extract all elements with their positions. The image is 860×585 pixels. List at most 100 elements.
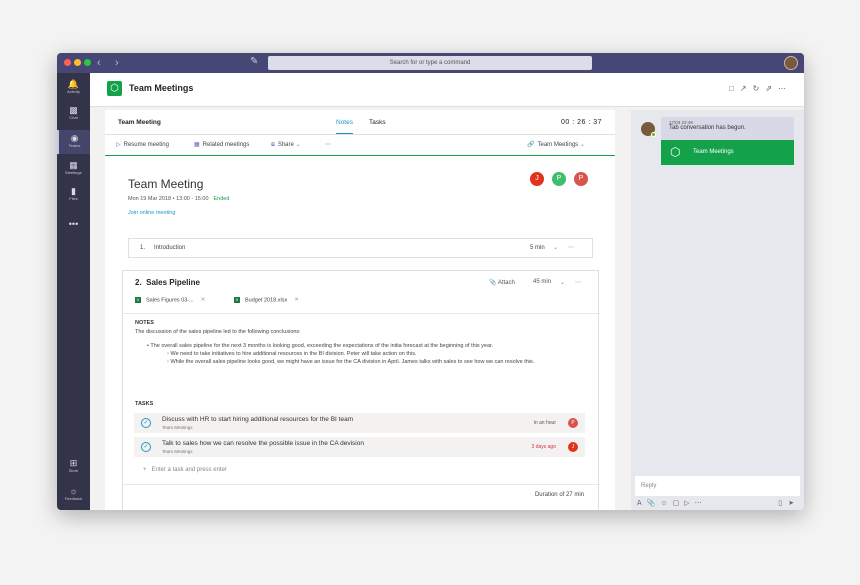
- hexagon-icon: ⬡: [670, 145, 681, 159]
- maximize-window-icon[interactable]: [84, 59, 91, 66]
- tasks-label: TASKS: [135, 401, 154, 407]
- meeting-card: Team Meeting Notes Tasks 00 : 26 : 37 ▷ R…: [105, 110, 615, 510]
- agenda-title: 2. Sales Pipeline: [135, 278, 200, 287]
- forward-arrow-icon[interactable]: ›: [115, 56, 119, 70]
- close-window-icon[interactable]: [64, 59, 71, 66]
- attachment-chip[interactable]: X Sales Figures 03-... ✕: [135, 297, 205, 303]
- tab-card[interactable]: ⬡ Team Meetings: [661, 140, 794, 165]
- gif-icon[interactable]: ▢: [673, 500, 685, 507]
- reply-input[interactable]: Reply: [635, 476, 800, 496]
- refresh-icon[interactable]: ↻: [753, 84, 766, 93]
- meeting-toolbar: ▷ Resume meeting ▦ Related meetings ⧇ Share…: [105, 135, 615, 156]
- app-title: Team Meetings: [129, 83, 194, 93]
- tab-notes[interactable]: Notes: [336, 119, 353, 134]
- feedback-icon: ☼: [69, 486, 78, 496]
- task-row[interactable]: ✓ Discuss with HR to start hiring additi…: [134, 413, 585, 433]
- status-badge: Ended: [213, 196, 230, 202]
- team-link-label: Team Meetings: [537, 142, 579, 148]
- more-options-icon[interactable]: ⋯: [575, 279, 581, 286]
- rail-item-chat[interactable]: ▩ Chat: [57, 105, 90, 125]
- bullet-text: The overall sales pipeline for the next …: [150, 343, 494, 349]
- rail-item-feedback[interactable]: ☼ Feedback: [57, 486, 90, 506]
- file-icon: ▮: [71, 186, 76, 196]
- back-arrow-icon[interactable]: ‹: [97, 56, 101, 70]
- chevron-down-icon[interactable]: ⌄: [560, 279, 565, 286]
- rail-label: Files: [69, 196, 78, 201]
- chevron-down-icon: ⌄: [295, 142, 301, 148]
- collapse-icon[interactable]: ↗: [740, 84, 753, 93]
- chevron-down-icon: ⌄: [579, 142, 585, 148]
- attach-icon[interactable]: 📎: [647, 500, 661, 507]
- emoji-icon[interactable]: ☺: [660, 500, 672, 507]
- task-check-icon[interactable]: ✓: [141, 418, 151, 428]
- agenda-title: Introduction: [154, 245, 186, 251]
- attachment-chip[interactable]: X Budget 2018.xlsx ✕: [234, 297, 299, 303]
- task-check-icon[interactable]: ✓: [141, 442, 151, 452]
- remove-icon[interactable]: ✕: [201, 297, 206, 303]
- task-assignee-avatar[interactable]: J: [568, 442, 578, 452]
- format-icon[interactable]: A: [637, 500, 647, 507]
- meeting-header-title: Team Meeting: [118, 119, 161, 126]
- add-task-placeholder: Enter a task and press enter: [151, 467, 227, 473]
- date-text: Mon 19 Mar 2018 • 13:00 - 15:00: [128, 196, 209, 202]
- remove-icon[interactable]: ✕: [294, 297, 299, 303]
- add-task-input[interactable]: + Enter a task and press enter: [143, 467, 227, 473]
- meeting-date: Mon 19 Mar 2018 • 13:00 - 15:00 Ended: [128, 196, 229, 202]
- excel-file-icon: X: [135, 297, 141, 303]
- rail-item-files[interactable]: ▮ Files: [57, 186, 90, 206]
- rail-label: Teams: [68, 143, 81, 148]
- agenda-number: 1.: [140, 245, 146, 251]
- video-icon[interactable]: ▷: [684, 500, 694, 507]
- rail-item-store[interactable]: ⊞ Store: [57, 458, 90, 478]
- task-row[interactable]: ✓ Talk to sales how we can resolve the p…: [134, 437, 585, 457]
- notes-bullet[interactable]: • The overall sales pipeline for the nex…: [147, 342, 597, 350]
- meeting-timer: 00 : 26 : 37: [560, 119, 602, 126]
- resume-meeting-button[interactable]: ▷ Resume meeting: [116, 141, 169, 148]
- related-meetings-button[interactable]: ▦ Related meetings: [194, 141, 249, 148]
- rail-item-more[interactable]: •••: [57, 219, 90, 231]
- join-online-link[interactable]: Join online meeting: [128, 210, 175, 216]
- excel-file-icon: X: [234, 297, 240, 303]
- search-input[interactable]: Search for or type a command: [268, 56, 592, 70]
- popout-icon[interactable]: ⇗: [765, 84, 778, 93]
- share-button[interactable]: ⧇ Share ⌄: [271, 141, 301, 149]
- send-icon[interactable]: ➤: [788, 500, 800, 507]
- agenda-duration: 5 min: [530, 245, 545, 251]
- task-due: 3 days ago: [531, 444, 556, 450]
- agenda-item[interactable]: 1. Introduction 5 min ⌄ ⋯: [128, 238, 593, 258]
- minimize-window-icon[interactable]: [74, 59, 81, 66]
- conversation-icon[interactable]: □: [729, 84, 740, 93]
- meeting-header: Team Meeting Notes Tasks 00 : 26 : 37: [105, 110, 615, 135]
- more-icon[interactable]: ⋯: [695, 500, 707, 507]
- attendee-avatar[interactable]: P: [552, 172, 566, 186]
- notes-intro[interactable]: The discussion of the sales pipeline led…: [135, 328, 301, 336]
- rail-item-activity[interactable]: 🔔 Activity: [57, 79, 90, 99]
- more-options-icon[interactable]: ⋯: [778, 84, 792, 93]
- notes-sub-bullet[interactable]: ◦ We need to take initiatives to hire ad…: [167, 350, 587, 358]
- teams-icon: ◉: [70, 133, 79, 143]
- calendar-icon: ▦: [69, 160, 78, 170]
- notes-sub-bullet[interactable]: ◦ While the overall sales pipeline looks…: [167, 358, 587, 366]
- compose-icon[interactable]: ✎: [250, 56, 258, 67]
- attach-button[interactable]: 📎 Attach: [489, 279, 515, 286]
- chevron-down-icon[interactable]: ⌄: [553, 244, 558, 251]
- team-meetings-link[interactable]: 🔗 Team Meetings ⌄: [527, 141, 585, 148]
- agenda-number: 2.: [135, 278, 142, 287]
- attendee-avatar[interactable]: J: [530, 172, 544, 186]
- more-options-icon[interactable]: ⋯: [568, 244, 574, 251]
- share-label: Share: [277, 142, 294, 148]
- share-icon: ⧇: [271, 142, 275, 148]
- attendee-avatar[interactable]: P: [574, 172, 588, 186]
- tab-tasks[interactable]: Tasks: [369, 119, 386, 126]
- file-name: Budget 2018.xlsx: [245, 297, 288, 304]
- toolbar-more-icon[interactable]: ⋯: [325, 141, 331, 148]
- app-rail: 🔔 Activity ▩ Chat ◉ Teams ▦ Meetings ▮ F…: [57, 73, 90, 510]
- resume-icon: ▷: [116, 142, 121, 148]
- profile-avatar[interactable]: [784, 56, 798, 70]
- clipboard-icon[interactable]: ▯: [778, 500, 788, 507]
- rail-item-teams[interactable]: ◉ Teams: [57, 130, 90, 154]
- chat-icon: ▩: [69, 105, 78, 115]
- rail-item-meetings[interactable]: ▦ Meetings: [57, 160, 90, 180]
- bullet-text: While the overall sales pipeline looks g…: [170, 359, 535, 365]
- task-assignee-avatar[interactable]: P: [568, 418, 578, 428]
